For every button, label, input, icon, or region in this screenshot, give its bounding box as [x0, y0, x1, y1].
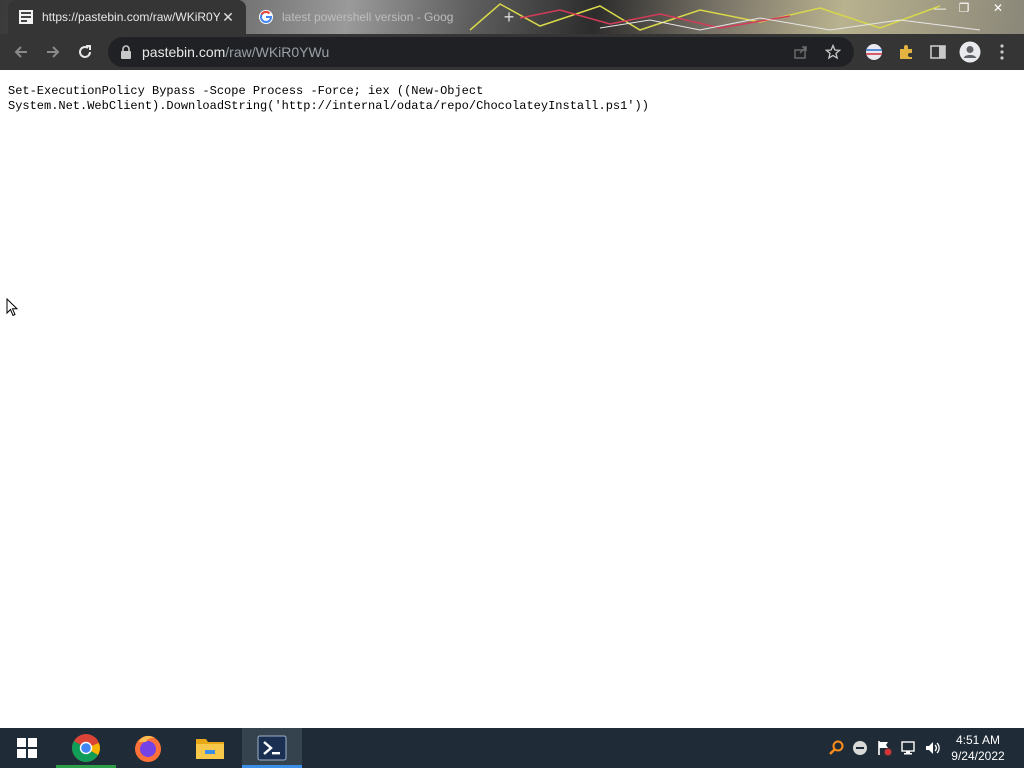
url-host: pastebin.com [142, 44, 226, 60]
action-center-flag-icon[interactable] [876, 740, 892, 756]
url-text[interactable]: pastebin.com/raw/WKiR0YWu [142, 44, 329, 60]
side-panel-icon[interactable] [928, 42, 948, 62]
forward-arrow-icon [47, 46, 60, 58]
system-clock[interactable]: 4:51 AM 9/24/2022 [942, 732, 1014, 764]
taskbar-chrome[interactable] [56, 728, 116, 768]
profile-flag-extension-icon[interactable] [864, 42, 884, 62]
tab-close-icon[interactable]: ✕ [220, 9, 236, 25]
minus-circle-icon[interactable] [852, 740, 868, 756]
tab-pastebin[interactable]: https://pastebin.com/raw/WKiR0YWu ✕ [8, 0, 246, 34]
tab-title: latest powershell version - Goog [282, 10, 454, 24]
browser-toolbar: pastebin.com/raw/WKiR0YWu [0, 34, 1024, 70]
share-icon[interactable] [792, 43, 810, 61]
back-arrow-icon [14, 46, 27, 58]
taskbar-firefox[interactable] [118, 728, 178, 768]
reload-icon [79, 45, 91, 58]
back-button[interactable] [10, 41, 32, 63]
volume-icon[interactable] [924, 740, 940, 756]
minimize-icon[interactable]: — [928, 0, 952, 18]
start-button[interactable] [0, 728, 54, 768]
page-content: Set-ExecutionPolicy Bypass -Scope Proces… [0, 70, 1024, 728]
extensions-puzzle-icon[interactable] [896, 42, 916, 62]
windows-logo-icon [17, 738, 37, 758]
powershell-icon [257, 735, 287, 761]
network-icon[interactable] [900, 740, 916, 756]
code-line: System.Net.WebClient).DownloadString('ht… [8, 99, 649, 113]
search-magnifier-icon[interactable] [828, 740, 844, 756]
new-tab-button[interactable]: + [498, 6, 520, 28]
code-line: Set-ExecutionPolicy Bypass -Scope Proces… [8, 84, 484, 98]
reload-button[interactable] [74, 41, 96, 63]
lock-icon[interactable] [120, 45, 132, 64]
address-bar[interactable]: pastebin.com/raw/WKiR0YWu [108, 37, 854, 67]
google-favicon-icon [258, 9, 274, 25]
raw-paste-text: Set-ExecutionPolicy Bypass -Scope Proces… [8, 84, 649, 114]
url-path: /raw/WKiR0YWu [225, 44, 330, 60]
chrome-icon [72, 734, 100, 762]
bookmark-star-icon[interactable] [824, 43, 842, 61]
pastebin-favicon-icon [18, 9, 34, 25]
taskbar-powershell[interactable] [242, 728, 302, 768]
mouse-cursor-icon [6, 298, 19, 317]
windows-taskbar: 4:51 AM 9/24/2022 [0, 728, 1024, 768]
firefox-icon [135, 735, 161, 762]
close-window-icon[interactable]: ✕ [986, 0, 1010, 18]
profile-avatar-icon[interactable] [958, 40, 982, 64]
tab-strip: https://pastebin.com/raw/WKiR0YWu ✕ late… [0, 0, 1024, 34]
clock-time: 4:51 AM [955, 733, 1001, 747]
forward-button[interactable] [42, 41, 64, 63]
file-explorer-icon [196, 739, 224, 759]
taskbar-file-explorer[interactable] [180, 728, 240, 768]
restore-icon[interactable]: ❐ [952, 0, 976, 18]
clock-date: 9/24/2022 [951, 749, 1005, 763]
tab-google-search[interactable]: latest powershell version - Goog [248, 0, 468, 34]
menu-kebab-icon[interactable] [992, 42, 1012, 62]
tab-title: https://pastebin.com/raw/WKiR0YWu [42, 10, 220, 24]
